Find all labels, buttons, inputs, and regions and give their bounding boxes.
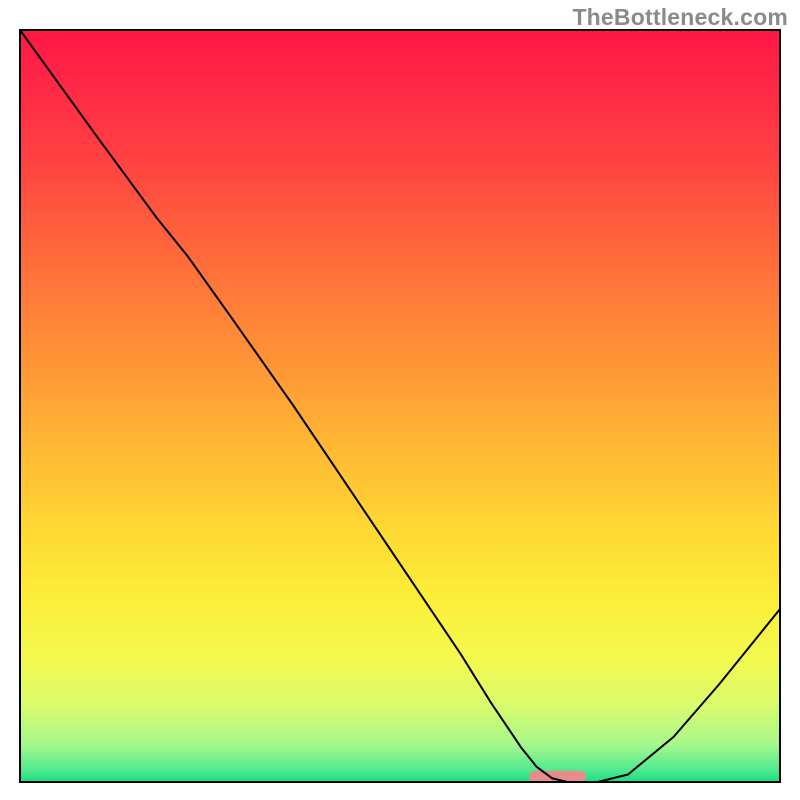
- plot-area: [19, 29, 781, 783]
- optimal-marker: [529, 771, 586, 783]
- gradient-background: [20, 30, 780, 782]
- watermark-text: TheBottleneck.com: [572, 4, 788, 31]
- chart-svg: [19, 29, 781, 783]
- chart-container: TheBottleneck.com: [0, 0, 800, 800]
